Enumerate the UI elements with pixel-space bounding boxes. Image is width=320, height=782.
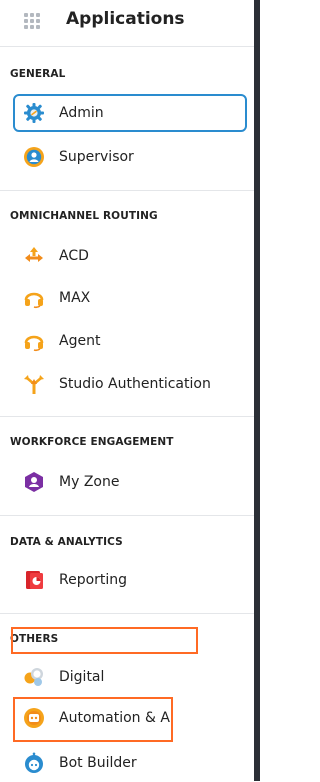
routing-arrows-icon (23, 245, 45, 267)
app-item-acd[interactable]: ACD (13, 237, 247, 275)
app-item-label: Digital (59, 669, 105, 685)
app-item-label: Bot Builder (59, 755, 137, 771)
app-item-digital[interactable]: Digital (13, 658, 247, 696)
headset-icon (23, 287, 45, 309)
app-item-label: ACD (59, 248, 89, 264)
app-item-label: MAX (59, 290, 91, 306)
report-chart-icon (23, 569, 45, 591)
panel-title: Applications (66, 9, 185, 29)
app-item-admin[interactable]: Admin (13, 94, 247, 132)
gear-icon (23, 102, 45, 124)
app-item-label: Studio Authentication (59, 376, 211, 392)
app-item-label: My Zone (59, 474, 120, 490)
divider (0, 515, 254, 516)
panel-edge (254, 0, 260, 781)
app-item-label: Supervisor (59, 149, 134, 165)
app-item-label: Reporting (59, 572, 128, 588)
user-hexagon-icon (23, 471, 45, 493)
app-item-agent[interactable]: Agent (13, 322, 247, 360)
panel-header: Applications (0, 0, 254, 46)
divider (0, 46, 254, 47)
app-item-bot-builder[interactable]: Bot Builder (13, 744, 247, 782)
app-item-max[interactable]: MAX (13, 279, 247, 317)
section-title-omnichannel-routing: OMNICHANNEL ROUTING (10, 210, 158, 222)
headset-icon (23, 330, 45, 352)
app-item-supervisor[interactable]: Supervisor (13, 138, 247, 176)
divider (0, 416, 254, 417)
app-item-label: Admin (59, 105, 104, 121)
studio-branch-icon (23, 373, 45, 395)
bot-icon (23, 752, 45, 774)
section-title-workforce-engagement: WORKFORCE ENGAGEMENT (10, 436, 174, 448)
applications-panel: Applications GENERAL Admin Supervisor OM… (0, 0, 254, 781)
app-item-my-zone[interactable]: My Zone (13, 463, 247, 501)
section-title-general: GENERAL (10, 68, 66, 80)
app-grid-icon[interactable] (24, 13, 40, 29)
section-title-data-analytics: DATA & ANALYTICS (10, 536, 123, 548)
divider (0, 613, 254, 614)
app-item-reporting[interactable]: Reporting (13, 561, 247, 599)
supervisor-icon (23, 146, 45, 168)
annotation-highlight-others (11, 627, 198, 654)
annotation-highlight-automation (13, 697, 173, 742)
app-item-studio-authentication[interactable]: Studio Authentication (13, 365, 247, 403)
app-item-label: Agent (59, 333, 101, 349)
divider (0, 190, 254, 191)
chat-bubbles-icon (23, 666, 45, 688)
